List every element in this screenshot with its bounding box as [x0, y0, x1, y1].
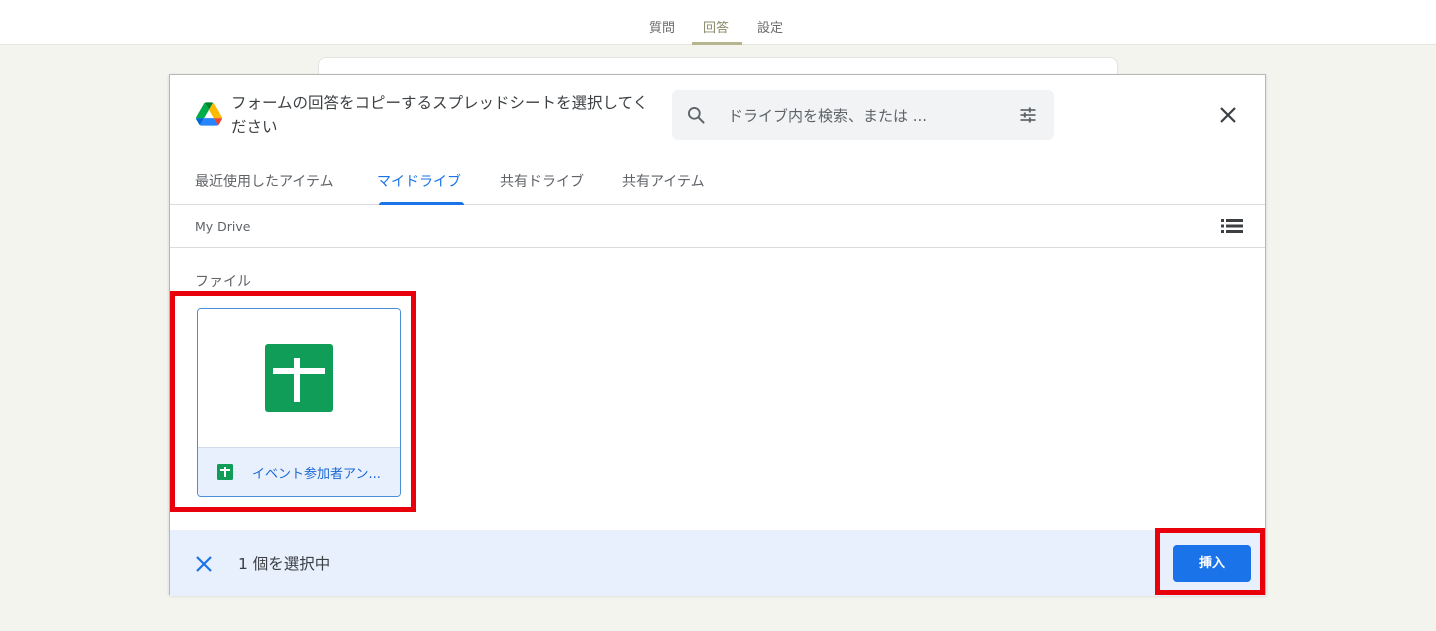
search-icon[interactable]	[686, 105, 706, 125]
picker-tabs: 最近使用したアイテム マイドライブ 共有ドライブ 共有アイテム	[170, 165, 1265, 205]
tab-questions[interactable]: 質問	[649, 17, 675, 36]
drive-search-box[interactable]: ドライブ内を検索、または ...	[672, 90, 1054, 140]
dialog-title: フォームの回答をコピーするスプレッドシートを選択してください	[231, 94, 649, 136]
breadcrumb-my-drive[interactable]: My Drive	[195, 219, 250, 234]
active-tab-indicator	[692, 42, 742, 45]
tab-shared-drives[interactable]: 共有ドライブ	[500, 171, 584, 191]
tab-responses[interactable]: 回答	[703, 17, 729, 36]
section-label-files: ファイル	[195, 274, 251, 290]
dialog-header: フォームの回答をコピーするスプレッドシートを選択してください ドライブ内を検索、…	[170, 75, 1265, 157]
spreadsheet-picker-dialog: フォームの回答をコピーするスプレッドシートを選択してください ドライブ内を検索、…	[169, 74, 1266, 596]
file-name: イベント参加者アン...	[252, 467, 381, 482]
tab-shared-with-me[interactable]: 共有アイテム	[622, 171, 705, 191]
file-tile[interactable]: イベント参加者アン...	[197, 308, 401, 497]
search-input[interactable]: ドライブ内を検索、または ...	[728, 105, 927, 126]
list-view-icon[interactable]	[1221, 216, 1243, 236]
close-icon[interactable]	[1216, 103, 1240, 127]
clear-selection-icon[interactable]	[194, 554, 214, 574]
forms-top-bar: 質問 回答 設定	[0, 0, 1436, 45]
tab-settings[interactable]: 設定	[757, 17, 783, 36]
tab-my-drive[interactable]: マイドライブ	[377, 171, 461, 191]
search-options-icon[interactable]	[1018, 105, 1038, 125]
file-thumbnail	[198, 309, 400, 447]
google-drive-icon	[196, 102, 222, 126]
breadcrumb: My Drive	[170, 205, 1265, 248]
insert-button[interactable]: 挿入	[1173, 545, 1251, 582]
google-sheets-icon	[265, 344, 333, 412]
selection-count: 1 個を選択中	[238, 555, 331, 573]
google-sheets-icon	[217, 464, 233, 480]
file-tile-footer: イベント参加者アン...	[198, 447, 400, 496]
tab-recent[interactable]: 最近使用したアイテム	[195, 171, 334, 191]
selection-footer: 1 個を選択中 挿入	[170, 530, 1265, 596]
